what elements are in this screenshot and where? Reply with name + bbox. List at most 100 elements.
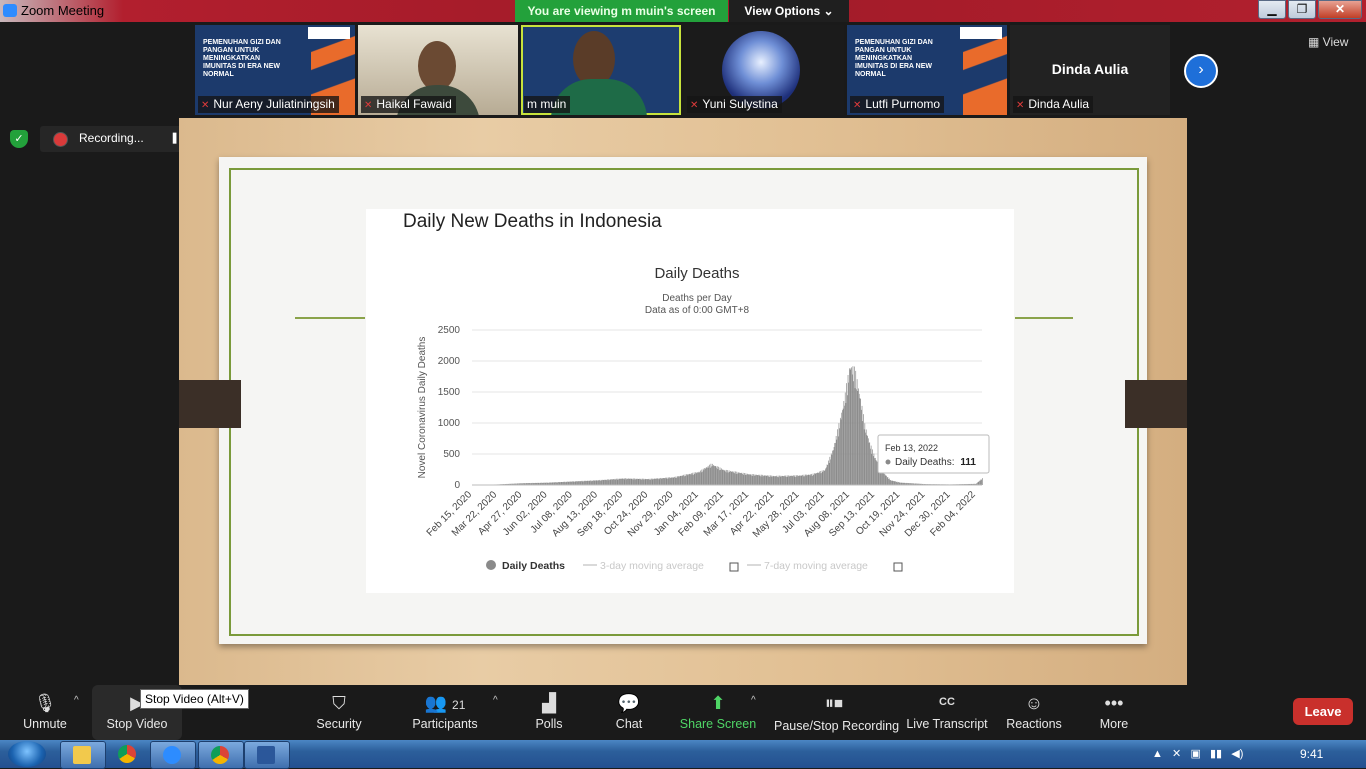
share-screen-button[interactable]: ⬆ Share Screen: [690, 685, 746, 740]
daily-deaths-bar: [772, 477, 773, 485]
system-tray-icons[interactable]: ▲ ✕ ▣ ▮▮ ◀): [1152, 747, 1243, 760]
daily-deaths-bar: [782, 476, 783, 485]
daily-deaths-bar: [655, 479, 656, 485]
daily-deaths-bar: [791, 476, 792, 485]
daily-deaths-bar: [657, 478, 658, 485]
taskbar-chrome-2[interactable]: [198, 741, 244, 769]
daily-deaths-bar: [595, 480, 596, 485]
daily-deaths-bar: [730, 471, 731, 485]
maximize-button[interactable]: ❐: [1288, 0, 1316, 19]
daily-deaths-bar: [677, 476, 678, 485]
daily-deaths-bar: [671, 478, 672, 485]
daily-deaths-bar: [850, 368, 851, 485]
participant-display-name: Dinda Aulia: [1010, 61, 1170, 77]
daily-deaths-bar: [808, 475, 809, 485]
daily-deaths-bar: [583, 481, 584, 485]
polls-label: Polls: [506, 717, 592, 731]
more-button[interactable]: ••• More: [1092, 685, 1136, 740]
daily-deaths-bar: [632, 479, 633, 485]
participant-name-tag: ✕Lutfi Purnomo: [850, 96, 944, 113]
daily-deaths-bar: [700, 471, 701, 485]
daily-deaths-bar: [872, 449, 873, 485]
daily-deaths-bar: [850, 370, 851, 485]
view-button[interactable]: ▦ View: [1308, 35, 1348, 49]
taskbar-word[interactable]: [244, 741, 290, 769]
daily-deaths-bar: [601, 480, 602, 485]
pause-stop-recording-button[interactable]: ⏸⏹ Pause/Stop Recording: [794, 685, 874, 740]
daily-deaths-bar: [792, 476, 793, 485]
daily-deaths-bar: [669, 478, 670, 485]
participant-tile[interactable]: Dinda Aulia ✕Dinda Aulia: [1010, 25, 1170, 115]
security-button[interactable]: ⛉ Security: [316, 685, 362, 740]
daily-deaths-bar: [784, 476, 785, 485]
audio-options-caret-icon[interactable]: ^: [74, 695, 79, 706]
daily-deaths-bar: [702, 472, 703, 485]
daily-deaths-bar: [671, 477, 672, 485]
close-button[interactable]: ✕: [1318, 0, 1362, 19]
daily-deaths-bar: [813, 474, 814, 485]
daily-deaths-bar: [735, 471, 736, 485]
participant-name: Haikal Fawaid: [376, 97, 451, 111]
participant-name: Yuni Sulystina: [702, 97, 777, 111]
taskbar-explorer[interactable]: [60, 741, 106, 769]
daily-deaths-bar: [748, 474, 749, 485]
daily-deaths-bar: [894, 481, 895, 485]
participant-name: Dinda Aulia: [1028, 97, 1089, 111]
daily-deaths-bar: [740, 473, 741, 485]
daily-deaths-bar: [781, 476, 782, 485]
taskbar-zoom[interactable]: [150, 741, 196, 769]
share-options-caret-icon[interactable]: ^: [751, 695, 756, 706]
daily-deaths-bar: [593, 480, 594, 485]
daily-deaths-bar: [838, 436, 839, 485]
daily-deaths-bar: [576, 481, 577, 485]
participants-icon: 👥 21: [420, 693, 470, 713]
participant-video-head: [418, 41, 456, 91]
daily-deaths-bar: [676, 476, 677, 485]
view-options-button[interactable]: View Options ⌄: [729, 0, 849, 22]
participant-tile[interactable]: PEMENUHAN GIZI DAN PANGAN UNTUK MENINGKA…: [847, 25, 1007, 115]
daily-deaths-bar: [618, 479, 619, 485]
daily-deaths-bar: [873, 456, 874, 485]
reactions-button[interactable]: ☺ Reactions: [1012, 685, 1056, 740]
daily-deaths-bar: [641, 480, 642, 485]
minimize-button[interactable]: ▁: [1258, 0, 1286, 19]
start-button-icon[interactable]: [8, 741, 46, 767]
live-transcript-button[interactable]: CC Live Transcript: [916, 685, 978, 740]
polls-button[interactable]: ▟ Polls: [526, 685, 572, 740]
daily-deaths-bar: [860, 398, 861, 485]
unmute-button[interactable]: 🎙 Unmute: [22, 685, 68, 740]
daily-deaths-bar: [667, 479, 668, 485]
daily-deaths-bar: [843, 401, 844, 485]
participant-tile[interactable]: ✕Yuni Sulystina: [684, 25, 844, 115]
daily-deaths-bar: [856, 389, 857, 485]
daily-deaths-bar: [810, 474, 811, 485]
participant-name-tag: ✕Dinda Aulia: [1013, 96, 1093, 113]
taskbar-chrome[interactable]: [106, 741, 150, 767]
daily-deaths-bar: [639, 479, 640, 485]
daily-deaths-bar: [717, 466, 718, 485]
chat-button[interactable]: 💬 Chat: [606, 685, 652, 740]
daily-deaths-bar: [580, 481, 581, 485]
leave-button[interactable]: Leave: [1293, 698, 1353, 725]
encryption-shield-icon[interactable]: ✓: [10, 130, 28, 148]
participants-button[interactable]: 👥 21 Participants: [420, 685, 470, 740]
daily-deaths-bar: [847, 395, 848, 485]
next-page-arrow-icon[interactable]: ›: [1184, 54, 1218, 88]
daily-deaths-bar: [725, 470, 726, 485]
viewing-banner: You are viewing m muin's screen: [515, 0, 728, 22]
participant-tile-active-speaker[interactable]: m muin: [521, 25, 681, 115]
daily-deaths-bar: [587, 481, 588, 485]
participant-tile[interactable]: PEMENUHAN GIZI DAN PANGAN UNTUK MENINGKA…: [195, 25, 355, 115]
daily-deaths-bar: [698, 472, 699, 485]
daily-deaths-bar: [613, 479, 614, 485]
participant-tile[interactable]: ✕Haikal Fawaid: [358, 25, 518, 115]
daily-deaths-bar: [724, 471, 725, 485]
participants-caret-icon[interactable]: ^: [493, 695, 498, 706]
daily-deaths-bar: [699, 472, 700, 485]
daily-deaths-bar: [712, 464, 713, 485]
daily-deaths-bar: [589, 481, 590, 485]
daily-deaths-bar: [679, 477, 680, 485]
daily-deaths-bar: [822, 472, 823, 485]
daily-deaths-bar: [607, 479, 608, 485]
daily-deaths-bar: [689, 474, 690, 485]
